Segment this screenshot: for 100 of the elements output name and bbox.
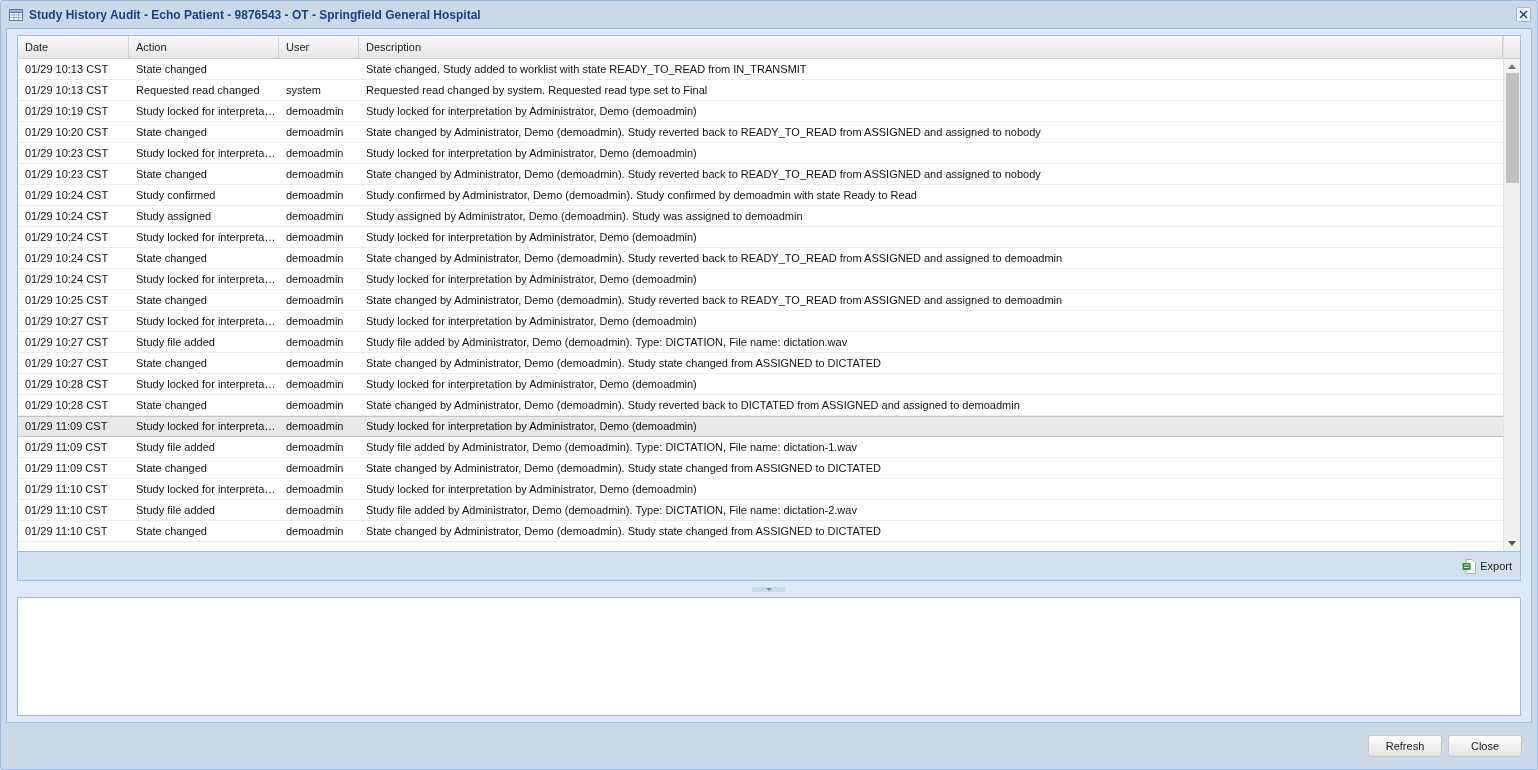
- table-cell-text: Study confirmed by Administrator, Demo (demoadmin). Study confirmed by demoadmin with state Ready to Read: [366, 187, 917, 203]
- table-cell-text: 01/29 10:27 CST: [25, 334, 109, 350]
- table-cell-text: demoadmin: [286, 124, 344, 140]
- table-cell-text: Study file added: [136, 334, 215, 350]
- scroll-up-icon[interactable]: [1508, 64, 1516, 69]
- window-title: Study History Audit - Echo Patient - 9876543 - OT - Springfield General Hospital: [29, 6, 481, 24]
- table-cell-text: Study locked for interpretation by Administrator, Demo (demoadmin): [366, 419, 697, 435]
- table-cell-text: 01/29 10:19 CST: [25, 103, 109, 119]
- table-cell-text: demoadmin: [286, 271, 344, 287]
- table-cell-text: State changed by Administrator, Demo (demoadmin). Study reverted back to READY_TO_READ from ASSIGNED and assigned to nobody: [366, 124, 1041, 140]
- table-cell-text: Study file added: [136, 502, 215, 518]
- column-header[interactable]: User: [279, 36, 359, 58]
- spreadsheet-icon: [1462, 558, 1477, 574]
- table-cell-text: 01/29 11:09 CST: [25, 439, 108, 455]
- table-cell-text: State changed: [136, 397, 207, 413]
- table-cell-text: State changed by Administrator, Demo (demoadmin). Study reverted back to READY_TO_READ from ASSIGNED and assigned to demoadmin: [366, 250, 1063, 266]
- table-cell-text: Study assigned: [136, 208, 212, 224]
- table-cell-text: 01/29 10:13 CST: [25, 82, 109, 98]
- table-cell-text: Study locked for interpreta…: [136, 229, 276, 245]
- table-cell-text: Study locked for interpreta…: [136, 145, 276, 161]
- column-header[interactable]: Date: [18, 36, 129, 58]
- table-cell-text: State changed by Administrator, Demo (demoadmin). Study state changed from ASSIGNED to DICTATED: [366, 460, 881, 476]
- table-cell-text: demoadmin: [286, 208, 344, 224]
- table-cell-text: demoadmin: [286, 439, 344, 455]
- table-cell-text: demoadmin: [286, 481, 344, 497]
- column-header[interactable]: Action: [129, 36, 279, 58]
- table-cell-text: demoadmin: [286, 187, 344, 203]
- dialog-button[interactable]: Close: [1448, 735, 1522, 757]
- table-cell-text: State changed by Administrator, Demo (demoadmin). Study state changed from ASSIGNED to DICTATED: [366, 355, 881, 371]
- table-cell-text: State changed: [136, 292, 207, 308]
- table-cell-text: 01/29 10:24 CST: [25, 229, 109, 245]
- table-cell-text: Study locked for interpretation by Administrator, Demo (demoadmin): [366, 103, 697, 119]
- table-cell-text: 01/29 10:27 CST: [25, 355, 109, 371]
- table-cell-text: Study file added by Administrator, Demo (demoadmin). Type: DICTATION, File name: dictation.wav: [366, 334, 848, 350]
- table-cell-text: demoadmin: [286, 103, 344, 119]
- table-cell-text: State changed: [136, 166, 207, 182]
- table-cell-text: 01/29 11:10 CST: [25, 523, 108, 539]
- table-cell-text: 01/29 10:28 CST: [25, 376, 109, 392]
- table-cell-text: demoadmin: [286, 292, 344, 308]
- table-cell-text: 01/29 10:28 CST: [25, 397, 109, 413]
- splitter-handle[interactable]: [752, 586, 786, 592]
- table-cell-text: Study file added by Administrator, Demo (demoadmin). Type: DICTATION, File name: dictation-1.wav: [366, 439, 857, 455]
- table-cell-text: 01/29 10:23 CST: [25, 145, 109, 161]
- scrollbar-thumb[interactable]: [1505, 73, 1519, 183]
- table-cell-text: 01/29 10:23 CST: [25, 166, 109, 182]
- table-cell-text: State changed: [136, 355, 207, 371]
- table-cell-text: State changed by Administrator, Demo (demoadmin). Study state changed from ASSIGNED to DICTATED: [366, 523, 881, 539]
- scrollbar[interactable]: [1503, 36, 1520, 551]
- table-cell-text: Study assigned by Administrator, Demo (demoadmin). Study was assigned to demoadmin: [366, 208, 803, 224]
- table-cell-text: demoadmin: [286, 166, 344, 182]
- table-cell-text: State changed: [136, 523, 207, 539]
- table-cell-text: demoadmin: [286, 502, 344, 518]
- table-cell-text: demoadmin: [286, 250, 344, 266]
- table-cell-text: demoadmin: [286, 419, 344, 435]
- table-cell-text: Study locked for interpreta…: [136, 481, 276, 497]
- table-cell-text: Requested read changed: [136, 82, 260, 98]
- table-cell-text: demoadmin: [286, 313, 344, 329]
- table-icon: [9, 8, 23, 21]
- table-cell-text: State changed: [136, 124, 207, 140]
- table-row[interactable]: 01/29 11:09 CST Study locked for interpreta… demoadmin Study locked for interpretation by Administrator, Demo (demoadmin): [18, 416, 1503, 437]
- table-cell-text: 01/29 10:27 CST: [25, 313, 109, 329]
- table-cell-text: Study locked for interpretation by Administrator, Demo (demoadmin): [366, 271, 697, 287]
- close-icon[interactable]: [1516, 7, 1531, 22]
- table-cell-text: 01/29 11:09 CST: [25, 460, 108, 476]
- table-cell-text: 01/29 10:20 CST: [25, 124, 109, 140]
- export-button[interactable]: Export: [1460, 557, 1514, 575]
- table-cell-text: 01/29 11:10 CST: [25, 481, 108, 497]
- table-cell-text: 01/29 10:25 CST: [25, 292, 109, 308]
- table-cell-text: 01/29 10:24 CST: [25, 187, 109, 203]
- table-cell-text: demoadmin: [286, 334, 344, 350]
- table-cell-text: Study locked for interpretation by Administrator, Demo (demoadmin): [366, 145, 697, 161]
- table-cell-text: Study file added: [136, 439, 215, 455]
- table-cell-text: system: [286, 82, 321, 98]
- table-cell-text: Study locked for interpretation by Administrator, Demo (demoadmin): [366, 481, 697, 497]
- table-cell-text: State changed by Administrator, Demo (demoadmin). Study reverted back to READY_TO_READ from ASSIGNED and assigned to nobody: [366, 166, 1041, 182]
- table-cell-text: demoadmin: [286, 460, 344, 476]
- table-cell-text: 01/29 10:24 CST: [25, 250, 109, 266]
- table-cell-text: State changed: [136, 61, 207, 77]
- table-cell-text: Study locked for interpreta…: [136, 103, 276, 119]
- table-cell-text: Study locked for interpreta…: [136, 419, 276, 435]
- table-cell-text: demoadmin: [286, 397, 344, 413]
- table-cell-text: Study locked for interpreta…: [136, 271, 276, 287]
- table-cell-text: State changed: [136, 460, 207, 476]
- dialog-button[interactable]: Refresh: [1368, 735, 1442, 757]
- table-cell-text: State changed. Study added to worklist with state READY_TO_READ from IN_TRANSMIT: [366, 61, 807, 77]
- table-cell-text: 01/29 11:09 CST: [25, 419, 108, 435]
- table-cell-text: demoadmin: [286, 229, 344, 245]
- table-cell-text: Study file added by Administrator, Demo (demoadmin). Type: DICTATION, File name: dictation-2.wav: [366, 502, 857, 518]
- table-cell-text: demoadmin: [286, 523, 344, 539]
- table-cell-text: demoadmin: [286, 355, 344, 371]
- scroll-down-icon[interactable]: [1508, 541, 1516, 546]
- table-cell-text: Study locked for interpretation by Administrator, Demo (demoadmin): [366, 313, 697, 329]
- table-cell-text: 01/29 10:24 CST: [25, 271, 109, 287]
- table-cell-text: Study locked for interpretation by Administrator, Demo (demoadmin): [366, 229, 697, 245]
- table-cell-text: demoadmin: [286, 145, 344, 161]
- table-cell-text: Study locked for interpreta…: [136, 376, 276, 392]
- table-cell-text: 01/29 10:13 CST: [25, 61, 109, 77]
- table-cell-text: 01/29 11:10 CST: [25, 502, 108, 518]
- table-cell-text: 01/29 10:24 CST: [25, 208, 109, 224]
- table-cell-text: State changed: [136, 250, 207, 266]
